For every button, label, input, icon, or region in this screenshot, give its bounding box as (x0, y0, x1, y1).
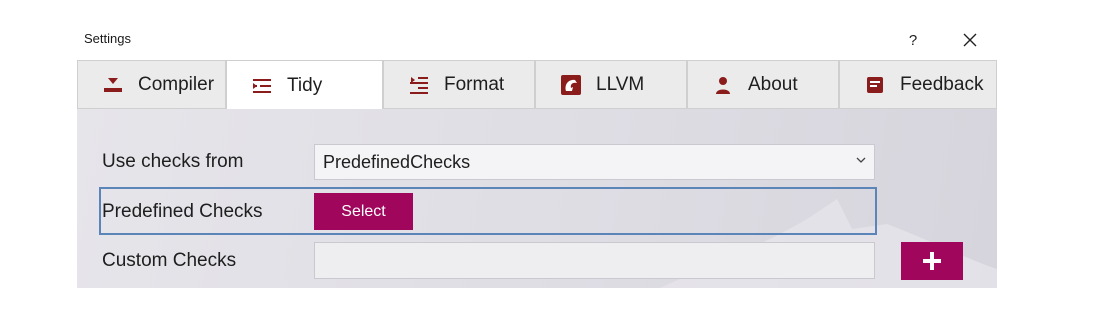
tab-label: Tidy (287, 75, 323, 96)
person-icon (712, 74, 734, 96)
tab-label: About (748, 73, 798, 95)
help-button[interactable]: ? (901, 28, 925, 52)
add-custom-check-button[interactable] (901, 242, 963, 280)
select-button[interactable]: Select (314, 193, 413, 230)
custom-checks-input[interactable] (314, 242, 875, 279)
predefined-checks-label: Predefined Checks (102, 201, 263, 222)
tab-label: LLVM (596, 73, 645, 95)
tab-label: Compiler (138, 73, 215, 95)
tab-label: Format (444, 73, 505, 95)
tab-compiler[interactable]: Compiler (77, 61, 226, 109)
tab-tidy[interactable]: Tidy (226, 61, 383, 111)
tab-llvm[interactable]: LLVM (535, 61, 687, 109)
tab-feedback[interactable]: Feedback (839, 61, 997, 109)
chevron-down-icon (856, 154, 866, 168)
tab-format[interactable]: Format (383, 61, 535, 109)
llvm-dragon-icon (560, 74, 582, 96)
dropdown-value: PredefinedChecks (323, 151, 471, 172)
feedback-note-icon (864, 74, 886, 96)
use-checks-label: Use checks from (102, 151, 244, 172)
download-icon (102, 74, 124, 96)
plus-icon (923, 252, 941, 270)
close-icon (963, 33, 977, 47)
format-indent-icon (408, 74, 430, 96)
custom-checks-label: Custom Checks (102, 250, 237, 271)
use-checks-dropdown[interactable]: PredefinedChecks (314, 144, 875, 180)
tab-label: Feedback (900, 73, 984, 95)
list-lines-icon (251, 75, 273, 97)
tab-about[interactable]: About (687, 61, 839, 109)
close-button[interactable] (958, 28, 982, 52)
window-title: Settings (84, 31, 131, 46)
tab-bar: Compiler Tidy Format LLVM About Feedback (77, 60, 997, 111)
